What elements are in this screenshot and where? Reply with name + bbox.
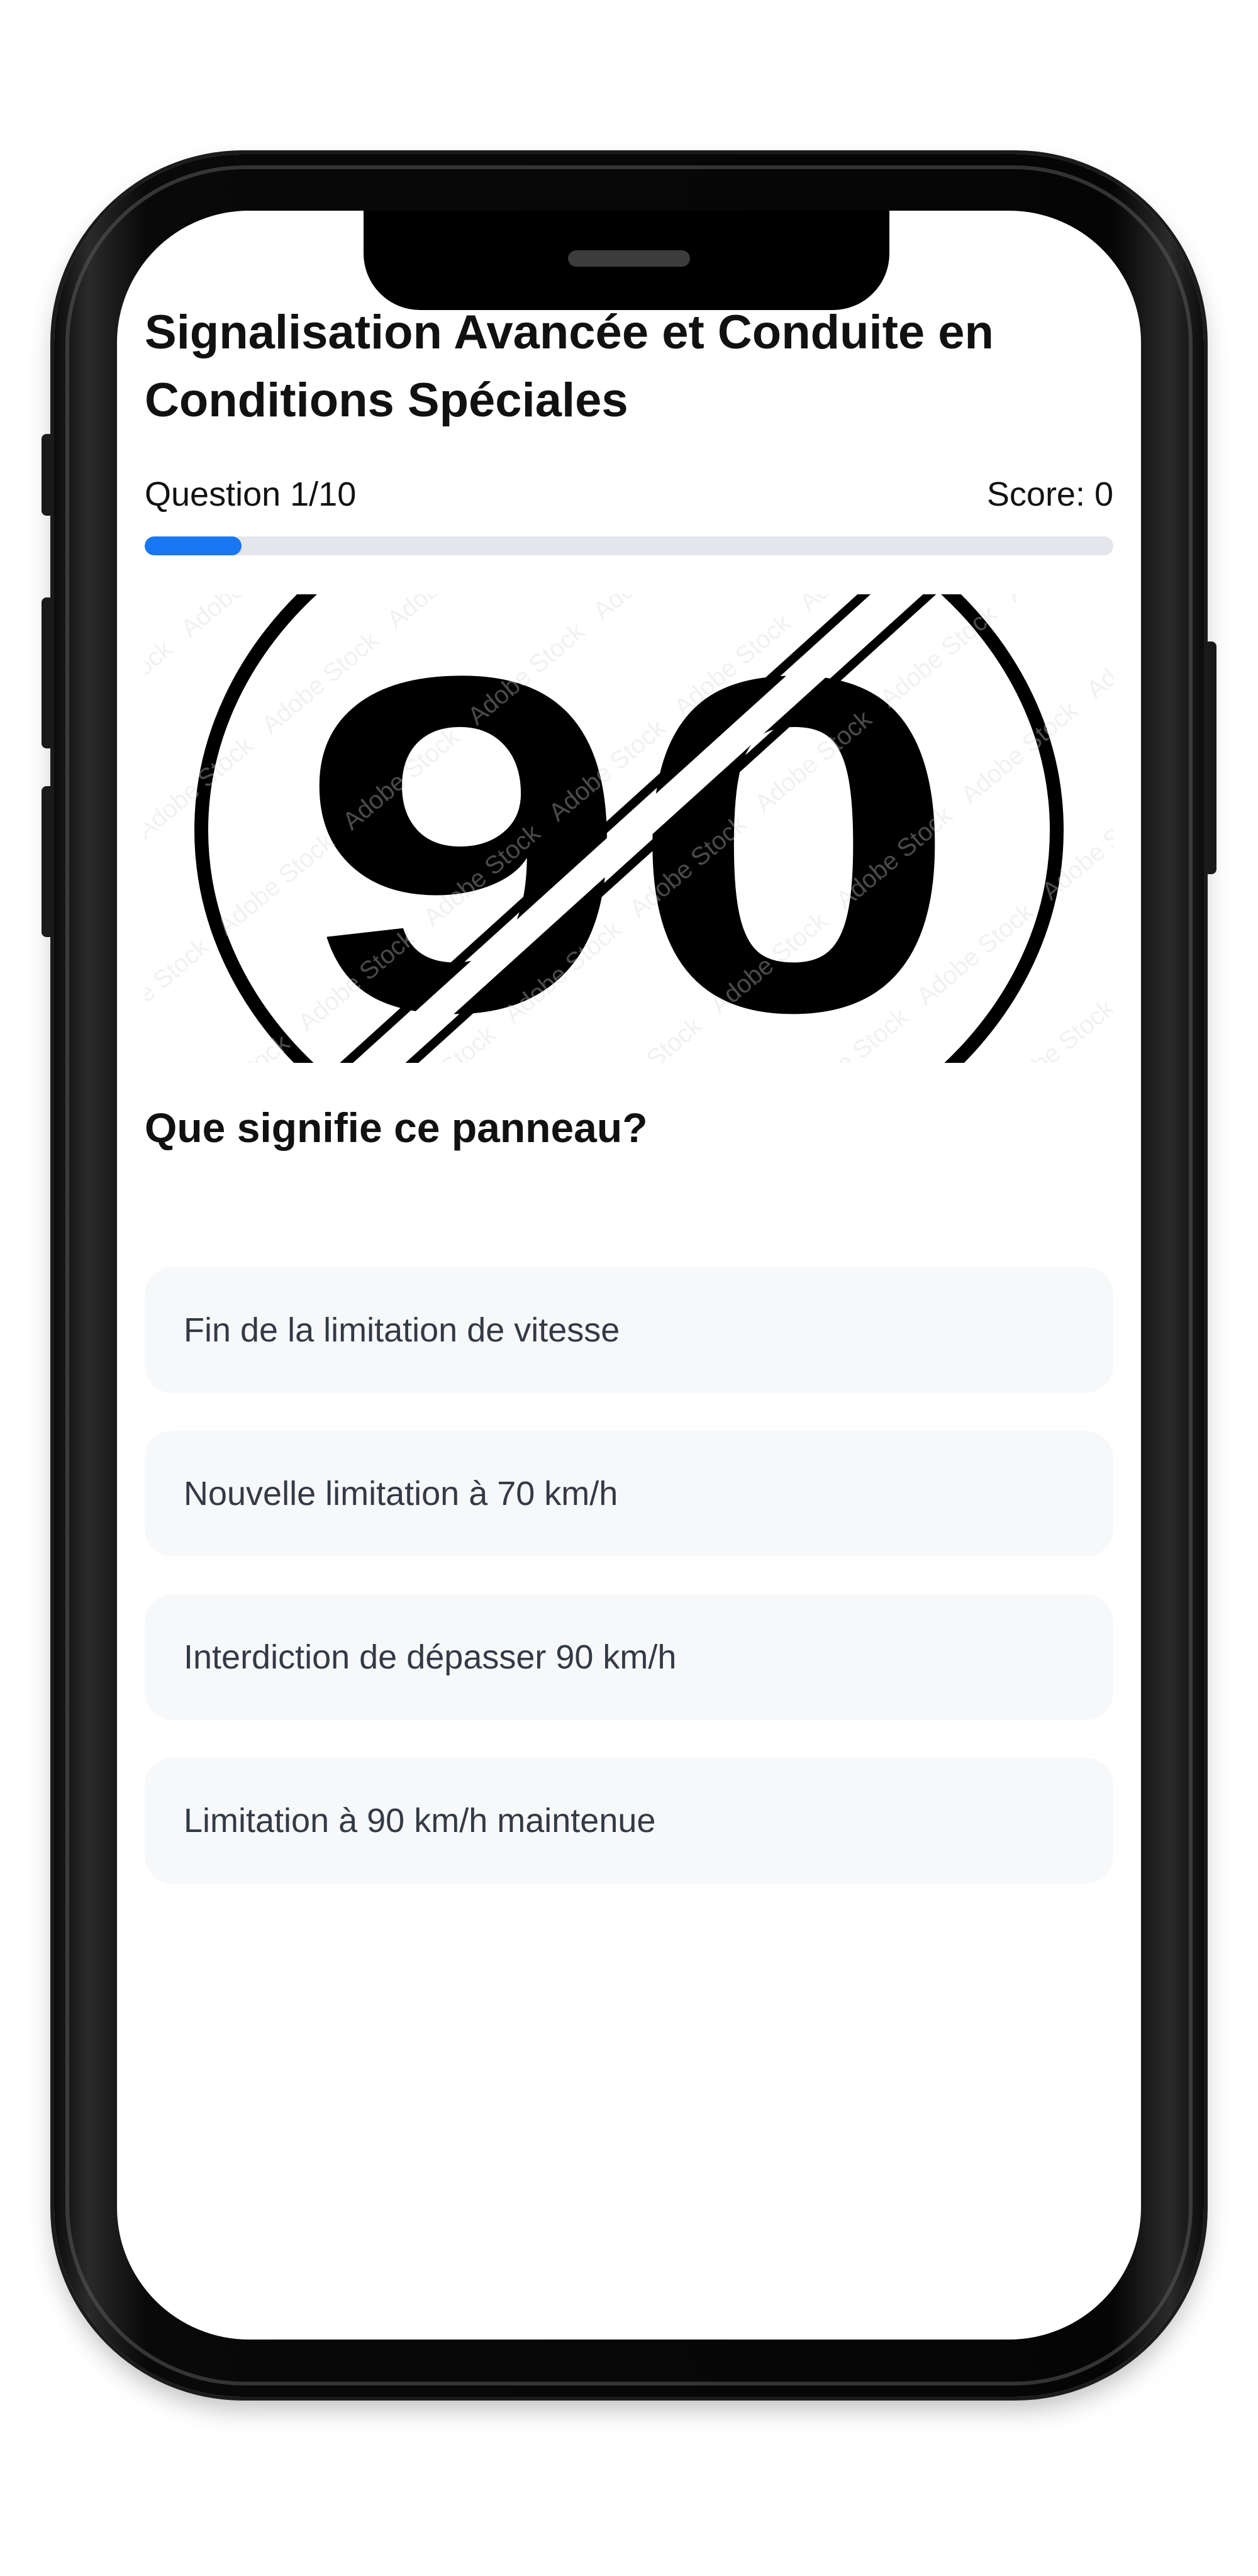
- speaker-grille: [568, 250, 690, 267]
- question-prompt: Que signifie ce panneau?: [145, 1104, 648, 1151]
- answer-option[interactable]: Limitation à 90 km/h maintenue: [145, 1758, 1113, 1884]
- silent-switch: [42, 434, 54, 516]
- power-button: [1204, 641, 1216, 874]
- answer-option[interactable]: Fin de la limitation de vitesse: [145, 1267, 1113, 1393]
- device-mockup: Signalisation Avancée et Conduite en Con…: [0, 0, 1258, 2576]
- volume-up-button: [42, 597, 54, 748]
- volume-down-button: [42, 786, 54, 937]
- quiz-title: Signalisation Avancée et Conduite en Con…: [145, 306, 994, 427]
- progress-bar: [145, 536, 1113, 555]
- progress-header: Question 1/10 Score: 0: [145, 475, 1113, 525]
- answer-option[interactable]: Nouvelle limitation à 70 km/h: [145, 1431, 1113, 1557]
- question-counter: Question 1/10: [145, 475, 357, 513]
- answer-option[interactable]: Interdiction de dépasser 90 km/h: [145, 1594, 1113, 1720]
- score-label: Score: 0: [986, 475, 1113, 513]
- app-screen: Signalisation Avancée et Conduite en Con…: [117, 211, 1141, 2340]
- answer-options: Fin de la limitation de vitesse Nouvelle…: [145, 1267, 1113, 1921]
- progress-bar-fill: [145, 536, 242, 555]
- road-sign-image: Adobe Stock 90: [145, 594, 1113, 1063]
- end-of-speed-limit-sign-icon: Adobe Stock 90: [145, 594, 1113, 1063]
